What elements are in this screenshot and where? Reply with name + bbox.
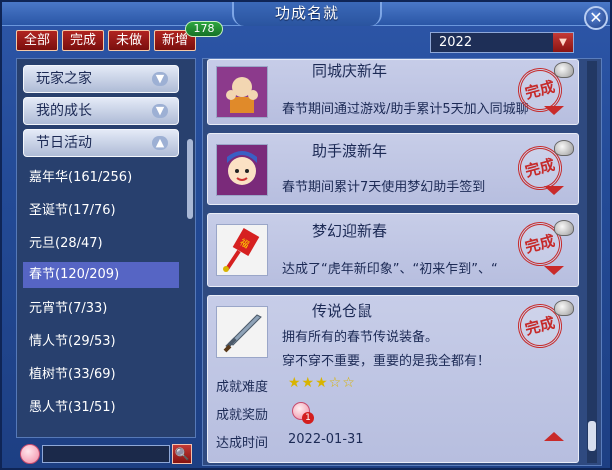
new-count-badge: 178 [185,21,223,37]
achievement-card[interactable]: 同城庆新年 春节期间通过游戏/助手累计5天加入同城聊 完成 [207,59,579,125]
expand-down-icon[interactable] [544,186,564,195]
pin-icon[interactable] [554,220,574,236]
filter-all-button[interactable]: 全部 [16,30,58,51]
festival-item-carnival[interactable]: 嘉年华(161/256) [23,165,179,191]
festival-item-april-fools[interactable]: 愚人节(31/51) [23,395,179,421]
filter-incomplete-button[interactable]: 未做 [108,30,150,51]
firecracker-icon: 福 [216,224,268,276]
date-value: 2022-01-31 [288,432,364,447]
chevron-up-icon: ▲ [152,136,168,150]
achievement-card[interactable]: 福 梦幻迎新春 达成了“虎年新印象”、“初来乍到”、“ 完成 [207,213,579,287]
monk-icon [216,66,268,118]
pin-icon[interactable] [554,300,574,316]
collapse-up-icon[interactable] [544,432,564,441]
year-select-value: 2022 [439,35,473,50]
category-label: 玩家之家 [36,71,92,87]
expand-down-icon[interactable] [544,106,564,115]
filter-completed-button[interactable]: 完成 [62,30,104,51]
festival-item-valentine[interactable]: 情人节(29/53) [23,329,179,355]
search-input[interactable] [42,445,170,463]
achievement-title: 同城庆新年 [312,62,388,80]
pin-icon[interactable] [554,140,574,156]
achievement-title: 助手渡新年 [312,142,388,160]
title-bar: 功成名就 [2,2,610,26]
festival-item-arbor-day[interactable]: 植树节(33/69) [23,362,179,388]
window-title: 功成名就 [232,2,382,26]
category-sidebar: 玩家之家 ▼ 我的成长 ▼ 节日活动 ▲ 嘉年华(161/256) 圣诞节(17… [16,58,196,438]
pin-icon[interactable] [554,62,574,78]
chevron-down-icon[interactable]: ▼ [553,33,573,52]
search-bar: 🔍 [16,443,196,465]
search-button[interactable]: 🔍 [172,444,192,464]
festival-item-spring-festival[interactable]: 春节(120/209) [23,262,179,288]
reward-label: 成就奖励 [216,408,269,423]
sidebar-scrollbar[interactable] [187,139,193,219]
expand-down-icon[interactable] [544,266,564,275]
achievement-window: 功成名就 ✕ 全部 完成 未做 新增 178 2022 ▼ 玩家之家 ▼ 我的成… [0,0,612,470]
category-festival-events[interactable]: 节日活动 ▲ [23,129,179,157]
festival-item-christmas[interactable]: 圣诞节(17/76) [23,198,179,224]
list-scrollbar-track[interactable] [587,61,597,463]
reward-count-badge: 1 [302,412,314,424]
category-label: 我的成长 [36,103,92,119]
difficulty-label: 成就难度 [216,380,269,395]
achievement-description: 达成了“虎年新印象”、“初来乍到”、“ [282,262,498,277]
chevron-down-icon: ▼ [152,104,168,118]
achievement-card[interactable]: 助手渡新年 春节期间累计7天使用梦幻助手签到 完成 [207,133,579,205]
festival-item-new-year[interactable]: 元旦(28/47) [23,231,179,257]
achievement-title: 传说仓鼠 [312,302,373,320]
difficulty-stars: ★★★☆☆ [288,375,356,391]
category-label: 节日活动 [36,135,92,151]
year-select[interactable]: 2022 ▼ [430,32,574,53]
peach-icon [20,444,40,464]
festival-item-lantern[interactable]: 元宵节(7/33) [23,296,179,322]
assistant-icon [216,144,268,196]
category-player-home[interactable]: 玩家之家 ▼ [23,65,179,93]
achievement-list: 同城庆新年 春节期间通过游戏/助手累计5天加入同城聊 完成 助手渡新年 春节期间… [202,58,602,466]
category-my-growth[interactable]: 我的成长 ▼ [23,97,179,125]
achievement-description: 春节期间通过游戏/助手累计5天加入同城聊 [282,102,529,117]
sword-icon [216,306,268,358]
achievement-description: 春节期间累计7天使用梦幻助手签到 [282,180,486,195]
achievement-title: 梦幻迎新春 [312,222,388,240]
date-label: 达成时间 [216,436,269,451]
achievement-description-line-2: 穿不穿不重要，重要的是我全都有！ [282,354,491,369]
search-icon: 🔍 [174,447,190,461]
achievement-description-line-1: 拥有所有的春节传说装备。 [282,330,439,345]
chevron-down-icon: ▼ [152,72,168,86]
list-scrollbar-thumb[interactable] [588,421,596,451]
achievement-card-expanded[interactable]: 传说仓鼠 拥有所有的春节传说装备。 穿不穿不重要，重要的是我全都有！ 完成 成就… [207,295,579,463]
close-button[interactable]: ✕ [584,6,608,30]
